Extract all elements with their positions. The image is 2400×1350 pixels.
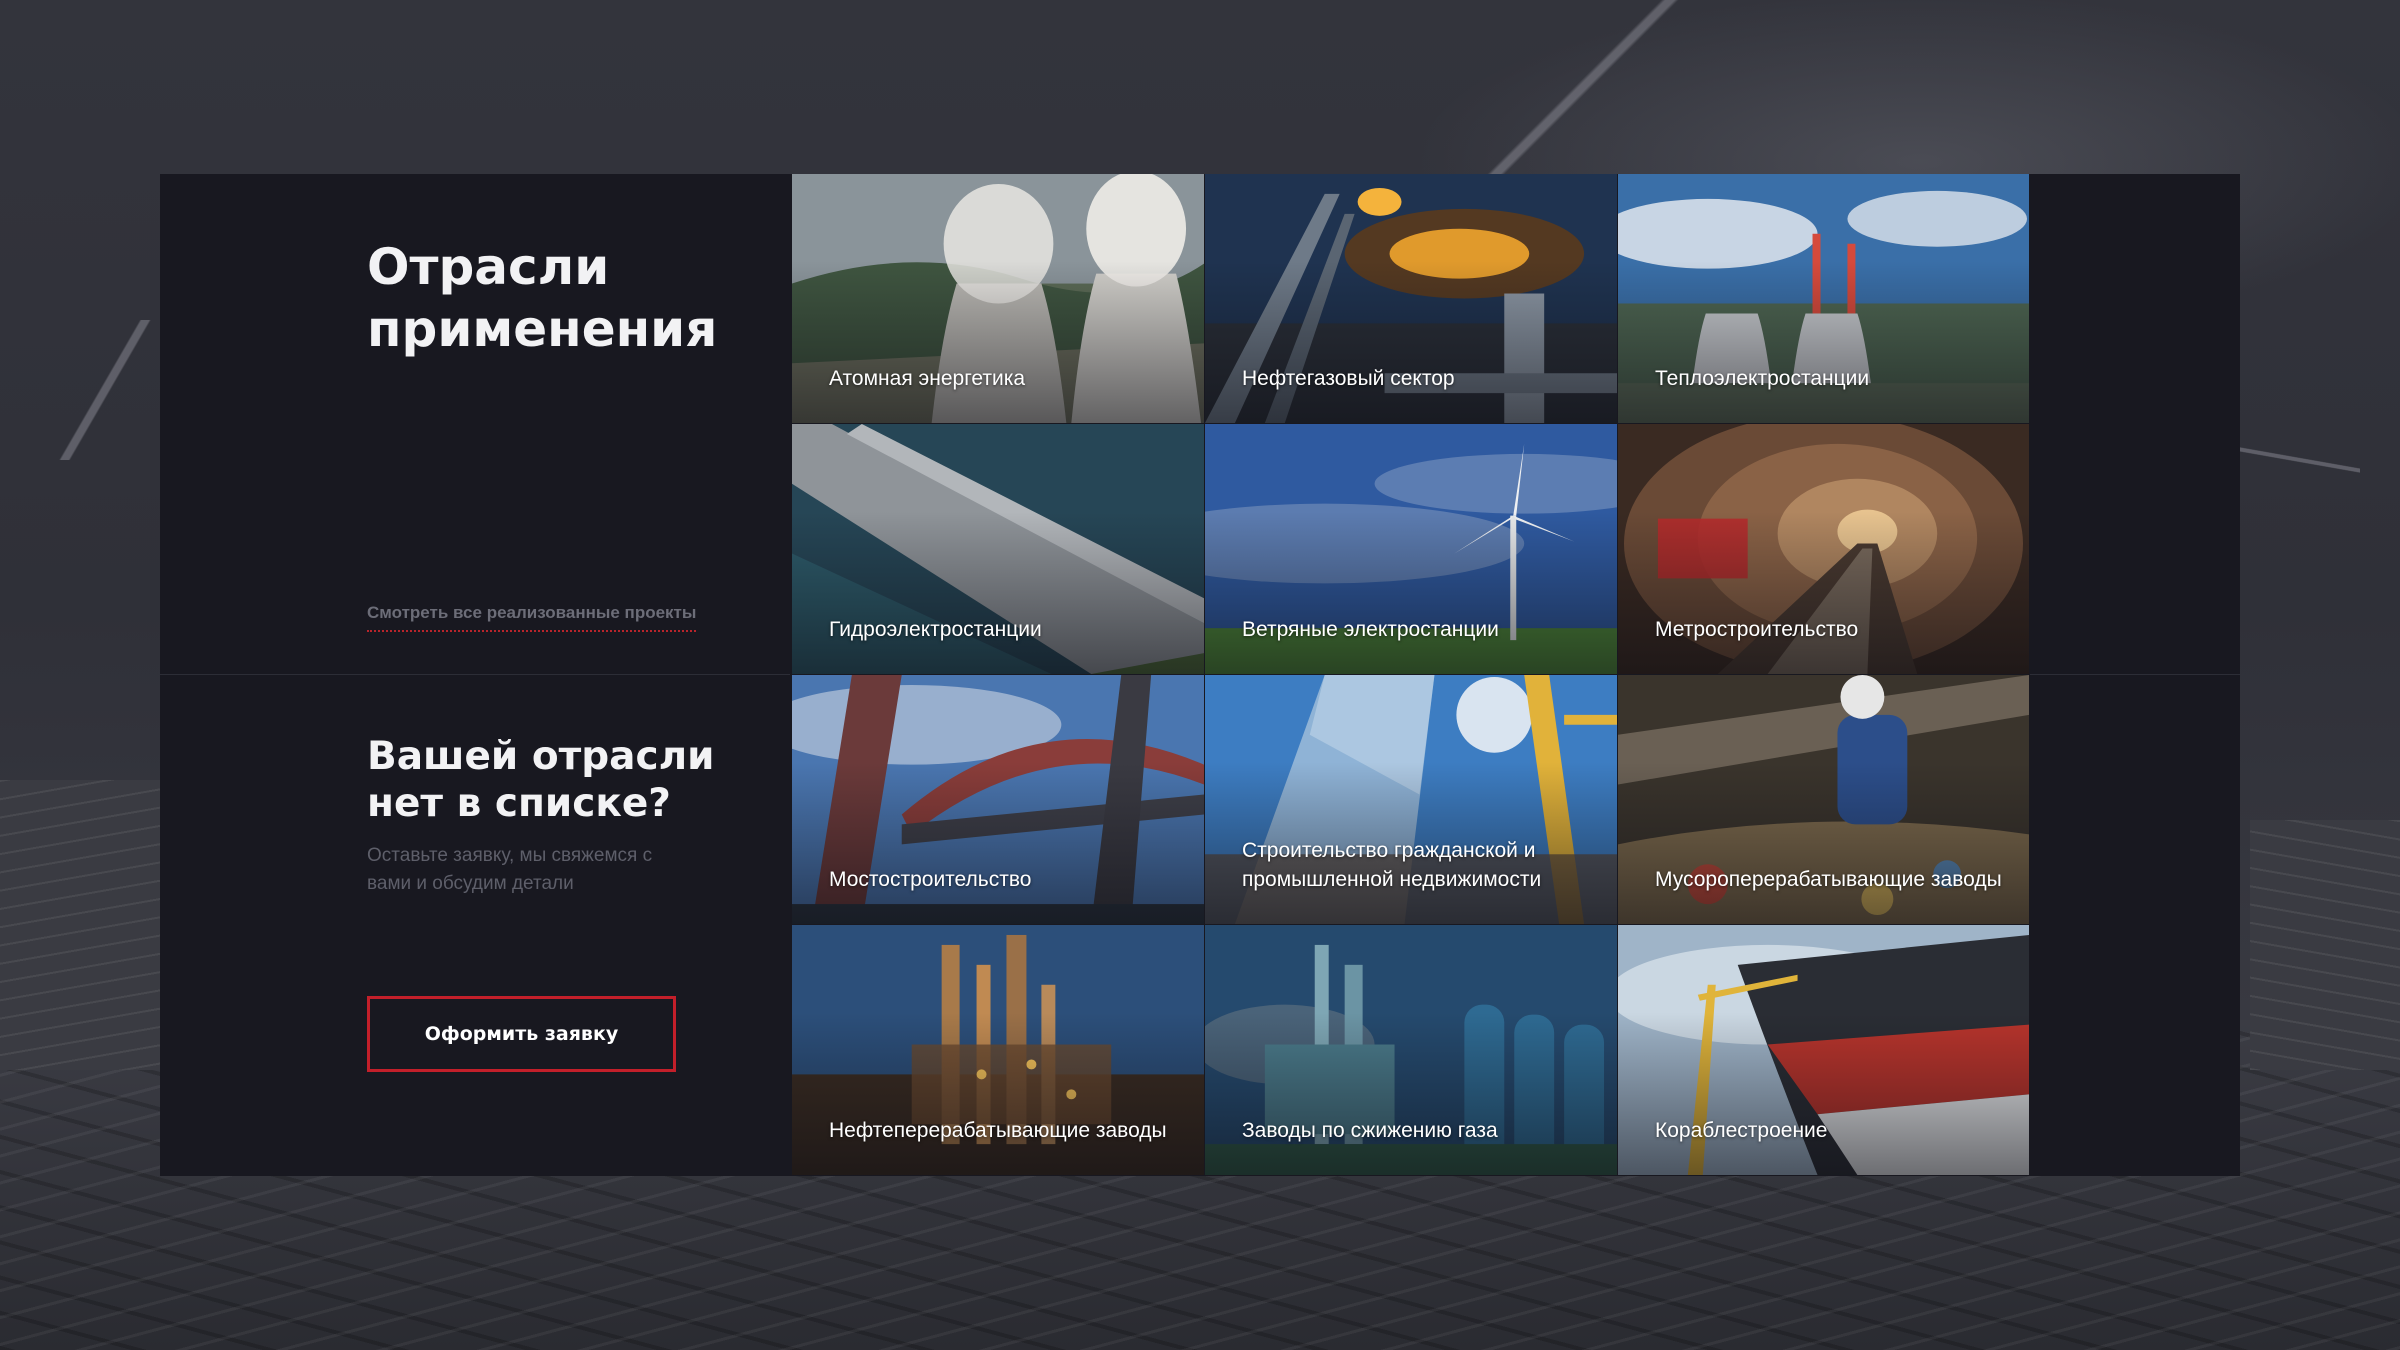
industry-label: Нефтеперерабатывающие заводы: [829, 1119, 1167, 1142]
industries-grid: Атомная энергетика Нефтегазовый сектор Т…: [792, 174, 2030, 1176]
industry-tile-oil-refinery[interactable]: Нефтеперерабатывающие заводы: [792, 925, 1205, 1176]
industry-tile-nuclear[interactable]: Атомная энергетика: [792, 174, 1205, 424]
submit-request-button[interactable]: Оформить заявку: [367, 996, 676, 1072]
request-title: Вашей отрасли нет в списке?: [367, 734, 715, 826]
industry-label: Метростроительство: [1655, 618, 1859, 641]
background-stands-right: [2250, 820, 2400, 1070]
industry-tile-metro[interactable]: Метростроительство: [1618, 424, 2030, 675]
industry-label: Мостостроительство: [829, 868, 1032, 891]
industry-tile-hydro[interactable]: Гидроэлектростанции: [792, 424, 1205, 675]
industry-tile-wind[interactable]: Ветряные электростанции: [1205, 424, 1618, 675]
industry-label: Мусороперерабатывающие заводы: [1655, 868, 2002, 891]
industry-label: Нефтегазовый сектор: [1242, 367, 1455, 390]
industry-tile-lng[interactable]: Заводы по сжижению газа: [1205, 925, 1618, 1176]
background-crane: [1450, 0, 1710, 180]
industry-label: Строительство гражданской и промышленной…: [1242, 839, 1542, 891]
industry-tile-oil-gas[interactable]: Нефтегазовый сектор: [1205, 174, 1618, 424]
divider: [2030, 674, 2240, 675]
industry-label: Гидроэлектростанции: [829, 618, 1042, 641]
industry-label: Атомная энергетика: [829, 367, 1026, 390]
background-crane: [2240, 430, 2360, 490]
all-projects-link[interactable]: Смотреть все реализованные проекты: [367, 603, 697, 632]
industry-tile-waste-recycling[interactable]: Мусороперерабатывающие заводы: [1618, 675, 2030, 925]
industry-label: Ветряные электростанции: [1242, 618, 1499, 641]
industry-tile-shipbuilding[interactable]: Кораблестроение: [1618, 925, 2030, 1176]
industries-panel: Отрасли применения Смотреть все реализов…: [160, 174, 2240, 1176]
background-stands-left: [0, 780, 170, 1070]
background-crane: [50, 320, 160, 460]
industry-tile-thermal-power[interactable]: Теплоэлектростанции: [1618, 174, 2030, 424]
industry-label: Заводы по сжижению газа: [1242, 1119, 1498, 1142]
industry-label: Кораблестроение: [1655, 1119, 1828, 1142]
industries-intro: Отрасли применения Смотреть все реализов…: [160, 174, 792, 1176]
industry-tile-bridges[interactable]: Мостостроительство: [792, 675, 1205, 925]
section-title: Отрасли применения: [367, 238, 718, 358]
request-description: Оставьте заявку, мы свяжемся с вами и об…: [367, 845, 653, 894]
industry-tile-civil-construction[interactable]: Строительство гражданской и промышленной…: [1205, 675, 1618, 925]
industry-label: Теплоэлектростанции: [1655, 367, 1870, 390]
